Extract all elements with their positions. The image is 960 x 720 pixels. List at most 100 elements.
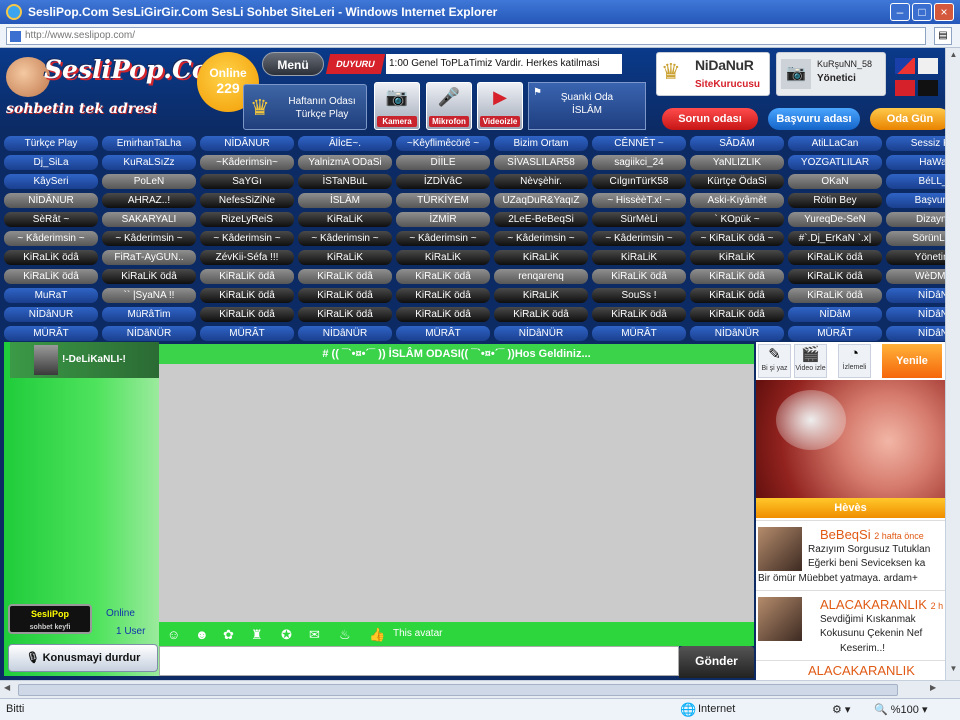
room-button[interactable]: renqarenq: [494, 269, 588, 284]
room-button[interactable]: MÜRÂT: [592, 326, 686, 341]
scroll-up-icon[interactable]: ▲: [948, 50, 959, 64]
room-button[interactable]: KuRaLSıZz: [102, 155, 196, 170]
room-button[interactable]: ZévKii-Séfa !!!: [200, 250, 294, 265]
room-button[interactable]: KiRaLiK ödâ: [298, 269, 392, 284]
url-field[interactable]: http://www.seslipop.com/: [6, 27, 926, 45]
camera-button[interactable]: 📷 Kamera: [374, 82, 420, 130]
minimize-button[interactable]: –: [890, 3, 910, 21]
room-button[interactable]: KiRaLiK ödâ: [102, 269, 196, 284]
room-button[interactable]: BéLL_: [886, 174, 945, 189]
room-button[interactable]: MuRaT: [4, 288, 98, 303]
watch-tool-button[interactable]: ◔ İzlemeli: [838, 344, 871, 378]
room-button[interactable]: #`.Dj_ErKaN `.x|: [788, 231, 882, 246]
room-button[interactable]: MÜRÂT: [4, 326, 98, 341]
microphone-button[interactable]: 🎤 Mikrofon: [426, 82, 472, 130]
post-item[interactable]: ALACAKARANLIK: [756, 660, 945, 680]
emoticon-icon-7[interactable]: ♨: [339, 627, 351, 643]
emoticon-icon-1[interactable]: ☺: [167, 627, 180, 642]
close-button[interactable]: ×: [934, 3, 954, 21]
room-button[interactable]: KiRaLiK ödâ: [4, 269, 98, 284]
room-button[interactable]: ~ Kâderimsin ~: [298, 231, 392, 246]
room-button[interactable]: YaNLIZLIK: [690, 155, 784, 170]
room-button[interactable]: Bizim Ortam: [494, 136, 588, 151]
emoticon-icon-6[interactable]: ✉: [309, 627, 320, 643]
room-button[interactable]: KiRaLiK ödâ: [690, 288, 784, 303]
room-button[interactable]: sagiikci_24: [592, 155, 686, 170]
room-button[interactable]: İSLÂM: [298, 193, 392, 208]
room-button[interactable]: NefesSiZiNe: [200, 193, 294, 208]
room-button[interactable]: KiRaLiK: [298, 250, 392, 265]
room-button[interactable]: SèRât ~: [4, 212, 98, 227]
room-button[interactable]: ÂlİcE~.: [298, 136, 392, 151]
room-button[interactable]: TÜRKİYEM: [396, 193, 490, 208]
room-button[interactable]: Dizayn`: [886, 212, 945, 227]
post-item[interactable]: BeBeqSi 2 hafta önce Razıyım Sorgusuz Tu…: [756, 520, 945, 588]
room-button[interactable]: İSTaNBuL: [298, 174, 392, 189]
room-button[interactable]: AHRAZ..!: [102, 193, 196, 208]
room-button[interactable]: KiRaLiK: [494, 288, 588, 303]
room-button[interactable]: KiRaLiK ödâ: [788, 250, 882, 265]
room-button[interactable]: NİDâNÜR: [494, 326, 588, 341]
room-button[interactable]: HaWa: [886, 155, 945, 170]
room-button[interactable]: KiRaLiK ödâ: [396, 269, 490, 284]
room-button[interactable]: ~ Kâderimsin ~: [494, 231, 588, 246]
room-button[interactable]: NİDâNÜR: [690, 326, 784, 341]
room-button[interactable]: KiRaLiK ödâ: [298, 307, 392, 322]
post-item[interactable]: ALACAKARANLIK 2 h Sevdiğimi Kıskanmak Ko…: [756, 590, 945, 658]
room-button[interactable]: KiRaLiK: [690, 250, 784, 265]
room-button[interactable]: KiRaLiK: [298, 212, 392, 227]
apply-room-button[interactable]: Başvuru adası: [768, 108, 860, 130]
room-button[interactable]: ~Kêyflimêcörê ~: [396, 136, 490, 151]
room-button[interactable]: İZDİVâC: [396, 174, 490, 189]
room-button[interactable]: KiRaLiK: [396, 250, 490, 265]
scroll-thumb[interactable]: [18, 684, 898, 696]
room-button[interactable]: ~ KiRaLiK ödâ ~: [690, 231, 784, 246]
room-button[interactable]: EmirhanTaLha: [102, 136, 196, 151]
room-button[interactable]: ` KOpük ~: [690, 212, 784, 227]
emoticon-icon-4[interactable]: ♜: [251, 627, 263, 643]
room-button[interactable]: KiRaLiK ödâ: [200, 288, 294, 303]
room-button[interactable]: PoLeN: [102, 174, 196, 189]
room-button[interactable]: ~ Kâderimsin ~: [592, 231, 686, 246]
room-button[interactable]: KiRaLiK ödâ: [788, 269, 882, 284]
room-button[interactable]: KiRaLiK ödâ: [200, 269, 294, 284]
refresh-button[interactable]: Yenile: [882, 344, 942, 378]
room-button[interactable]: ~Kâderimsin~: [200, 155, 294, 170]
send-button[interactable]: Gönder: [679, 646, 754, 678]
room-day-button[interactable]: Oda Gün: [870, 108, 945, 130]
write-tool-button[interactable]: ✎ Bi şi yaz: [758, 344, 791, 378]
stop-talking-button[interactable]: 🎙 Konusmayi durdur: [8, 644, 158, 672]
room-button[interactable]: NİDâM: [788, 307, 882, 322]
video-button[interactable]: ▶ Videoizle: [477, 82, 523, 130]
room-button[interactable]: SürMèLi: [592, 212, 686, 227]
room-button[interactable]: SÂDÂM: [690, 136, 784, 151]
zoom-button[interactable]: 🔍 %100 ▾: [874, 703, 927, 716]
room-button[interactable]: MÜRÂT: [200, 326, 294, 341]
room-button[interactable]: DİİLE: [396, 155, 490, 170]
room-button[interactable]: KiRaLiK ödâ: [298, 288, 392, 303]
room-button[interactable]: İZMİR: [396, 212, 490, 227]
room-button[interactable]: YalnizmA ODaSi: [298, 155, 392, 170]
room-button[interactable]: ~ Kâderimsin ~: [200, 231, 294, 246]
maximize-button[interactable]: □: [912, 3, 932, 21]
room-button[interactable]: SaYGı: [200, 174, 294, 189]
room-button[interactable]: NİDÂNUR: [200, 136, 294, 151]
room-button[interactable]: Türkçe Play: [4, 136, 98, 151]
room-button[interactable]: SAKARYALI: [102, 212, 196, 227]
room-button[interactable]: KiRaLiK: [494, 250, 588, 265]
ad-image[interactable]: [756, 380, 945, 516]
room-button[interactable]: MÜRÂT: [788, 326, 882, 341]
room-button[interactable]: NİDâN: [886, 326, 945, 341]
scroll-left-icon[interactable]: ◀: [4, 683, 10, 692]
protected-mode-icon[interactable]: ⚙ ▾: [832, 703, 850, 716]
room-button[interactable]: NİDâN: [886, 307, 945, 322]
room-button[interactable]: ~ Kâderimsin ~: [102, 231, 196, 246]
video-tool-button[interactable]: 🎬 Video izle: [794, 344, 827, 378]
emoticon-icon-5[interactable]: ✪: [281, 627, 292, 643]
room-button[interactable]: NİDâNÜR: [298, 326, 392, 341]
room-button[interactable]: Dj_SiLa: [4, 155, 98, 170]
room-button[interactable]: KiRaLiK ödâ: [690, 269, 784, 284]
room-button[interactable]: KiRaLiK ödâ: [396, 288, 490, 303]
emoticon-icon-2[interactable]: ☻: [195, 627, 209, 642]
room-button[interactable]: SİVASLILAR58: [494, 155, 588, 170]
